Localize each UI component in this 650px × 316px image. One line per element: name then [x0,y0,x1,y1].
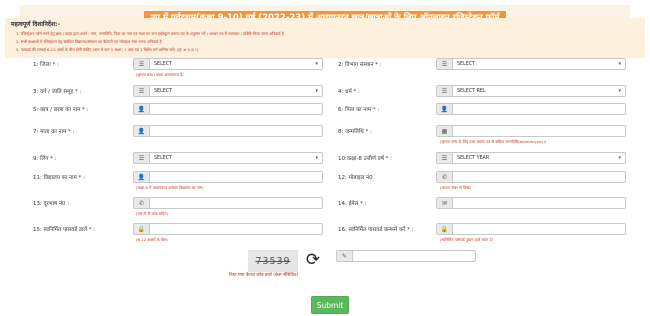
phone-field[interactable]: ✆ [133,197,323,209]
chevron-down-icon: ▾ [315,88,318,94]
captcha-field[interactable]: ✎ [336,250,476,262]
religion-value: SELECT REL [457,88,486,94]
mother-name-label: 7: माता का नाम * : [33,129,75,135]
mobile-field[interactable]: ✆ [436,171,626,183]
user-icon: 👤 [134,126,150,136]
password-hint: (6-12 अक्षरों के बीच) [136,237,168,242]
instruction-line: 3. पासवर्ड की लम्बाई 6-12 अंकों के बीच ह… [16,47,199,52]
dob-input[interactable] [453,126,625,136]
captcha-input[interactable] [353,251,475,261]
instructions-heading: महत्वपूर्ण दिशानिर्देश:- [11,21,60,28]
confirm-password-field[interactable]: 🔒 [436,223,626,235]
phone-icon: ✆ [134,198,150,208]
category-value: SELECT [154,88,173,94]
student-name-field[interactable]: 👤 [133,103,323,115]
email-input[interactable] [453,198,625,208]
department-label: 2: विभाग संस्थान * : [338,62,382,68]
chevron-down-icon: ▾ [315,155,318,161]
password-field[interactable]: 🔒 [133,223,323,235]
confirm-password-input[interactable] [453,224,625,234]
submit-button[interactable]: Submit [311,296,349,314]
dob-field[interactable]: ▦ [436,125,626,137]
district-select[interactable]: ☰ SELECT ▾ [133,58,323,70]
mobile-hint: (अपना नम्बर से लिखें) [440,185,472,190]
department-select[interactable]: ☰ SELECT ▾ [436,58,626,70]
chevron-down-icon: ▾ [315,61,318,67]
phone-label: 13: दूरभाष नं0 : [33,201,70,207]
chevron-down-icon: ▾ [618,88,621,94]
district-label: 1: जिला * : [33,62,59,68]
father-name-label: 6: पिता का नाम * : [338,107,380,113]
mobile-label: 12: मोबाइल नं0 [338,175,373,181]
captcha-hint: दिया गया कैप्चा कोड डालें (केस सेंसिटिव) [229,273,299,278]
father-name-input[interactable] [453,104,625,114]
mobile-input[interactable] [453,172,625,182]
gender-select[interactable]: ☰ SELECT ▾ [133,152,323,164]
user-icon: 👤 [134,104,150,114]
password-label: 15: स्वनिर्मित पासवर्ड डालें * : [33,227,96,233]
gender-value: SELECT [154,155,173,161]
year-value: SELECT YEAR [457,155,490,161]
department-value: SELECT [457,61,476,67]
user-icon: 👤 [437,104,453,114]
instruction-line: 2. सभी कक्षाओं में रजिस्ट्रेशन हेतु संबं… [16,39,162,44]
dob-hint: (कृपया जन्म के लिए उच्च प्रमाण पत्र से अ… [440,139,547,144]
school-name-label: 11: विद्यालय का नाम * : [33,175,85,181]
email-label: 14: ईमेल * : [338,201,367,207]
email-field[interactable]: ✉ [436,197,626,209]
phone-input[interactable] [150,198,322,208]
gender-label: 9: लिंग * : [33,156,57,162]
phone-icon: ✆ [437,172,453,182]
religion-label: 4: धर्म * : [338,89,360,95]
user-icon: 👤 [134,172,150,182]
year-label: 10:कक्षा-8 उत्तीर्ण वर्ष * : [338,156,392,162]
district-value: SELECT [154,61,173,67]
list-icon: ☰ [437,86,453,96]
chevron-down-icon: ▾ [618,61,621,67]
envelope-icon: ✉ [437,198,453,208]
religion-select[interactable]: ☰ SELECT REL ▾ [436,85,626,97]
student-name-label: 5: छात्र / छात्रा का नाम * : [33,107,89,113]
confirm-password-hint: (स्वनिर्मित पासवर्ड दुबारा डालें ध्यान द… [440,237,493,242]
school-name-field[interactable]: 👤 [133,171,323,183]
chevron-down-icon: ▾ [618,155,621,161]
lock-icon: 🔒 [134,224,150,234]
list-icon: ☰ [134,86,150,96]
father-name-field[interactable]: 👤 [436,103,626,115]
district-hint: (कृपया छात्र / छात्रा अध्ययनरत है) [136,72,184,77]
list-icon: ☰ [437,153,453,163]
phone-hint: (एस टी डी कोड सहित) [136,211,169,216]
school-name-hint: (कक्षा-9 में अध्ययनरत वर्तमान विद्यालय क… [136,185,204,190]
category-select[interactable]: ☰ SELECT ▾ [133,85,323,97]
list-icon: ☰ [134,59,150,69]
dob-label: 8: जन्मतिथि * : [338,129,372,135]
list-icon: ☰ [134,153,150,163]
list-icon: ☰ [437,59,453,69]
lock-icon: 🔒 [437,224,453,234]
school-name-input[interactable] [150,172,322,182]
category-label: 3: वर्ग / जाति समूह * : [33,89,82,95]
student-name-input[interactable] [150,104,322,114]
instruction-line: 1. रजिस्ट्रेशन फॉर्म भरने हेतु छात्र / छ… [16,31,284,36]
password-input[interactable] [150,224,322,234]
confirm-password-label: 16: स्वनिर्मित पासवर्ड कन्फर्म करें * : [338,227,414,233]
calendar-icon: ▦ [437,126,453,136]
pencil-icon: ✎ [337,251,353,261]
mother-name-input[interactable] [150,126,322,136]
instructions-panel: महत्वपूर्ण दिशानिर्देश:- 1. रजिस्ट्रेशन … [5,18,645,58]
captcha-image: 73539 [248,250,298,272]
mother-name-field[interactable]: 👤 [133,125,323,137]
year-select[interactable]: ☰ SELECT YEAR ▾ [436,152,626,164]
refresh-icon[interactable]: ⟳ [302,249,324,271]
